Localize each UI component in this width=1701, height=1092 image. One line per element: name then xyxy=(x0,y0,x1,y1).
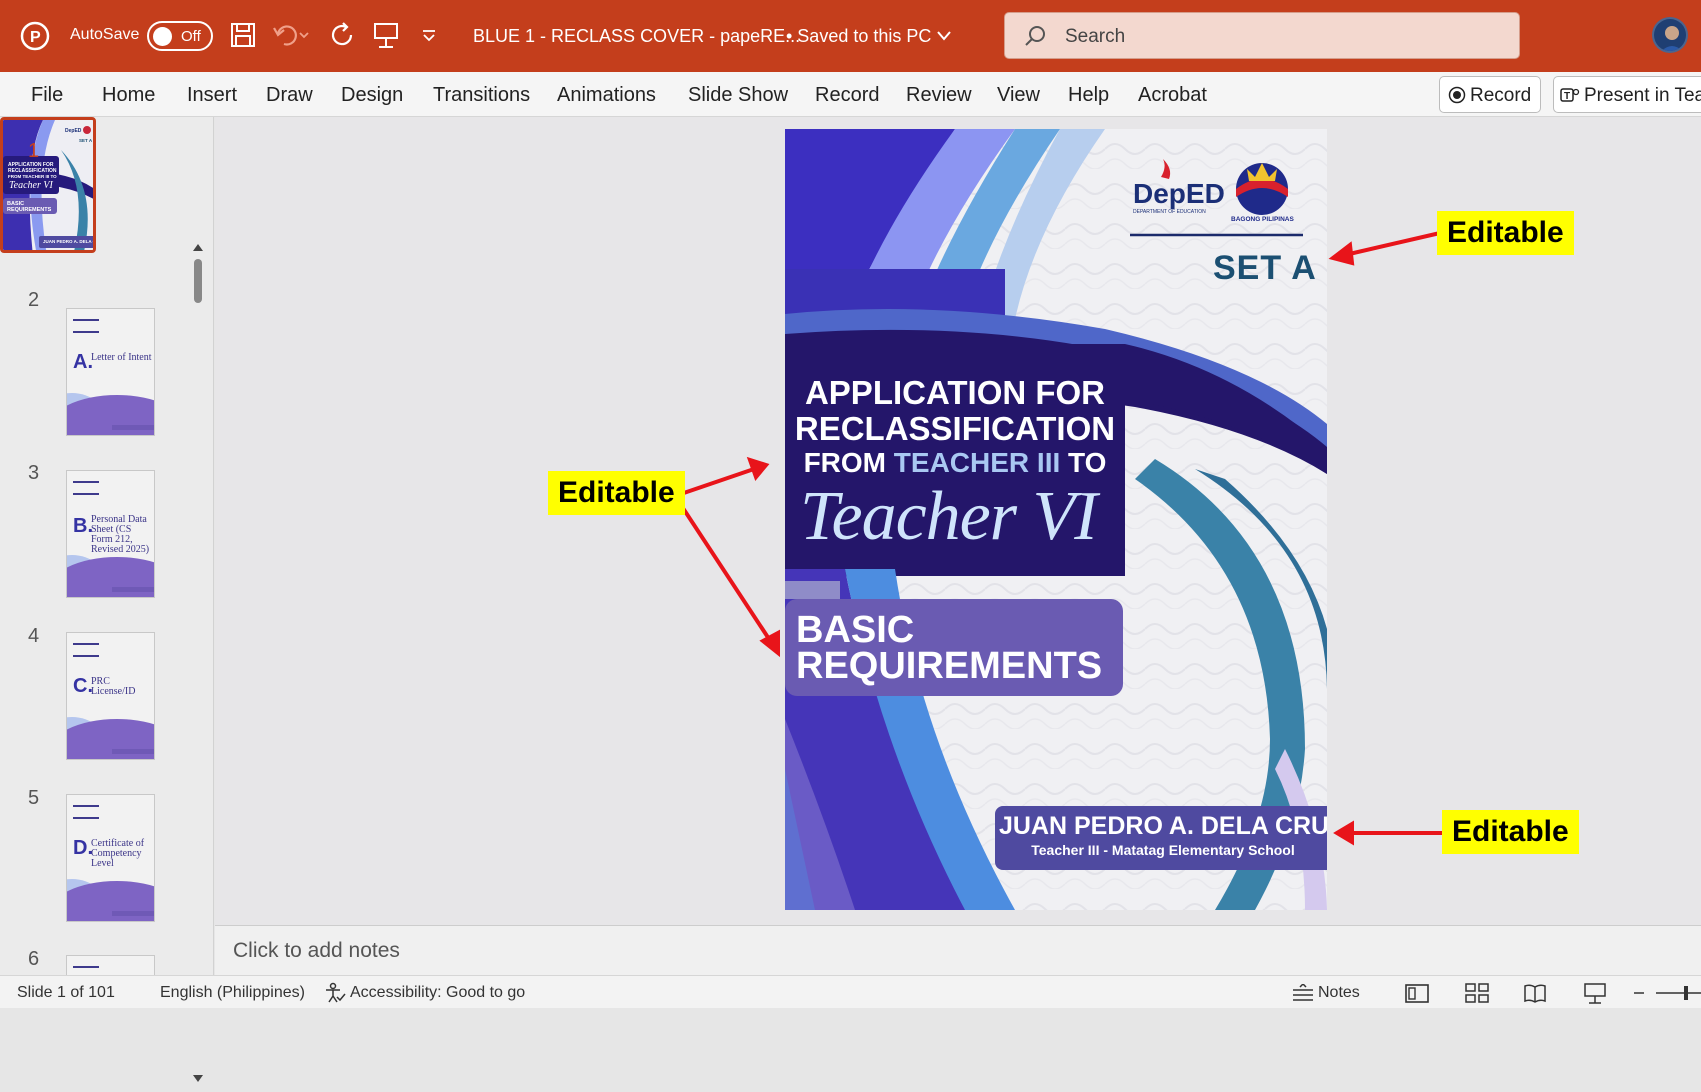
arrow-title xyxy=(674,467,755,498)
notes-icon[interactable] xyxy=(1291,984,1315,1002)
slide-sorter-icon[interactable] xyxy=(1465,982,1489,1004)
editable-callout-bottom-right: Editable xyxy=(1442,810,1579,854)
zoom-slider[interactable] xyxy=(1632,982,1701,1004)
editable-callout-top-right: Editable xyxy=(1437,211,1574,255)
notes-button-label[interactable]: Notes xyxy=(1318,984,1360,1002)
arrow-basic xyxy=(673,494,773,644)
slide-counter[interactable]: Slide 1 of 101 xyxy=(17,984,115,1002)
language-indicator[interactable]: English (Philippines) xyxy=(160,984,305,1002)
status-bar: Slide 1 of 101 English (Philippines) Acc… xyxy=(0,975,1701,1008)
editable-callout-left: Editable xyxy=(548,471,685,515)
reading-view-icon[interactable] xyxy=(1523,982,1547,1004)
annotation-arrows xyxy=(673,231,1443,846)
arrow-set-a xyxy=(1344,231,1441,257)
normal-view-icon[interactable] xyxy=(1405,982,1429,1004)
scroll-down-arrow xyxy=(193,1075,203,1082)
accessibility-icon[interactable] xyxy=(324,982,346,1004)
notes-placeholder: Click to add notes xyxy=(233,939,400,962)
accessibility-status[interactable]: Accessibility: Good to go xyxy=(350,984,525,1002)
notes-pane[interactable]: Click to add notes xyxy=(215,925,1701,975)
slideshow-icon[interactable] xyxy=(1583,982,1607,1004)
